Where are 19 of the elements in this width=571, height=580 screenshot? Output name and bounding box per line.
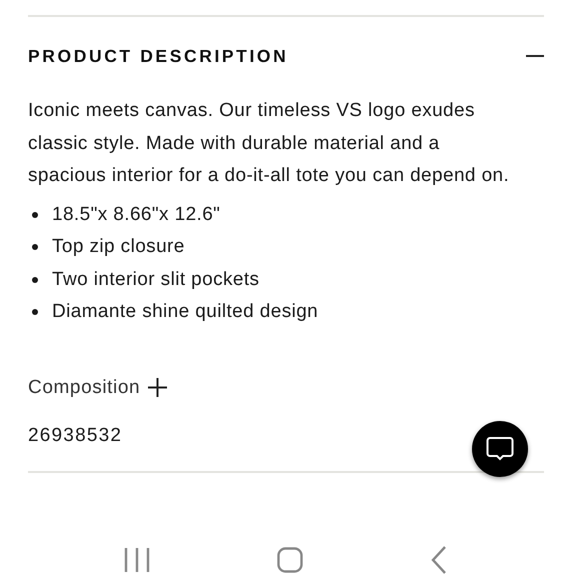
product-number: 26938532 xyxy=(28,424,122,448)
bullet-icon xyxy=(32,276,38,283)
bullet-text: Top zip closure xyxy=(52,236,185,258)
bullet-icon xyxy=(32,244,38,250)
bullet-icon xyxy=(32,212,38,218)
section-title: PRODUCT DESCRIPTION xyxy=(28,46,288,66)
composition-toggle[interactable]: Composition xyxy=(28,376,140,398)
bullet-text: Two interior slit pockets xyxy=(52,268,260,291)
back-button[interactable] xyxy=(431,546,448,574)
recent-apps-button[interactable] xyxy=(124,547,150,573)
minus-icon xyxy=(526,55,544,57)
chat-icon xyxy=(486,436,514,462)
description-text: Iconic meets canvas. Our timeless VS logo exudes classic style. Made with durable material and a spacious interior for a do-it-all tote you can depend on. xyxy=(28,99,510,188)
chat-button[interactable] xyxy=(472,421,528,477)
plus-icon xyxy=(148,378,168,397)
bullet-text: 18.5"x 8.66"x 12.6" xyxy=(52,204,220,226)
bullet-text: Diamante shine quilted design xyxy=(52,301,318,324)
bullet-icon xyxy=(32,309,38,316)
home-button[interactable] xyxy=(277,547,304,573)
